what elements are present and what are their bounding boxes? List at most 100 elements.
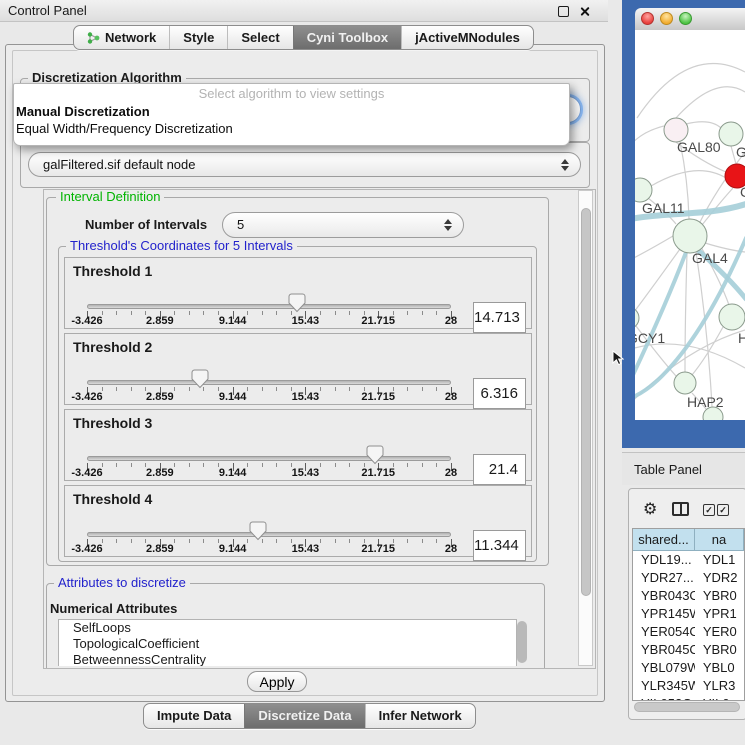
table-cell: YDR2	[695, 569, 744, 587]
network-node-label: H	[738, 330, 745, 346]
tab-infer-network[interactable]: Infer Network	[365, 704, 475, 728]
table-data-selected-value: galFiltered.sif default node	[43, 157, 195, 172]
table-cell: YBL079W	[633, 659, 695, 677]
table-row[interactable]: YBR043CYBR0	[633, 587, 744, 605]
network-node-label: GCY1	[635, 330, 665, 346]
control-panel-titlebar[interactable]: Control Panel	[0, 0, 608, 22]
interval-definition-title: Interval Definition	[56, 190, 164, 204]
network-node-label: HAP2	[687, 394, 724, 410]
table-row[interactable]: YBL079WYBL0	[633, 659, 744, 677]
threshold-slider-track[interactable]	[87, 304, 451, 309]
float-window-icon[interactable]	[558, 6, 569, 17]
threshold-slider-track[interactable]	[87, 380, 451, 385]
table-row[interactable]: YIL052CYIL0	[633, 695, 744, 701]
minimize-window-icon[interactable]	[660, 12, 673, 25]
numerical-attributes-label: Numerical Attributes	[50, 601, 177, 616]
tab-label: Select	[241, 27, 279, 49]
checkbox-icon[interactable]: ✓	[703, 504, 715, 516]
table-cell: YPR145W	[633, 605, 695, 623]
tab-network[interactable]: Network	[74, 26, 169, 49]
combobox-arrows-icon	[444, 218, 452, 232]
network-edge	[651, 171, 726, 186]
table-horizontal-scrollbar[interactable]	[634, 702, 740, 712]
algorithm-dropdown-popup: Select algorithm to view settings Manual…	[13, 83, 570, 146]
node-attribute-table[interactable]: shared...na YDL19...YDL1YDR27...YDR2YBR0…	[632, 528, 745, 701]
network-edge	[686, 122, 721, 128]
network-node-gal4[interactable]	[673, 219, 707, 253]
threshold-value-field[interactable]: 6.316	[473, 378, 526, 409]
settings-vertical-scrollbar[interactable]	[578, 190, 593, 666]
table-row[interactable]: YLR345WYLR3	[633, 677, 744, 695]
table-cell: YBR043C	[633, 587, 695, 605]
tab-discretize-data[interactable]: Discretize Data	[244, 704, 364, 728]
dropdown-option-manual-discretization[interactable]: Manual Discretization	[14, 103, 569, 120]
table-cell: YPR1	[695, 605, 744, 623]
network-edge-bundle	[635, 247, 688, 394]
attribute-item-betweennesscentrality[interactable]: BetweennessCentrality	[59, 652, 516, 666]
dropdown-option-equal-width-frequency-discretization[interactable]: Equal Width/Frequency Discretization	[14, 120, 569, 137]
table-row[interactable]: YER054CYER0	[633, 623, 744, 641]
gear-icon[interactable]: ⚙	[643, 499, 657, 519]
table-panel-titlebar[interactable]: Table Panel	[622, 452, 745, 485]
tab-style[interactable]: Style	[169, 26, 227, 49]
table-cell: YBR0	[695, 641, 744, 659]
column-view-icon[interactable]	[672, 502, 689, 516]
table-cell: YDR27...	[633, 569, 695, 587]
attribute-item-selfloops[interactable]: SelfLoops	[59, 620, 516, 636]
mouse-cursor	[612, 350, 624, 366]
table-cell: YLR3	[695, 677, 744, 695]
close-panel-icon[interactable]	[579, 6, 590, 17]
network-view-canvas[interactable]: GAL80GCGAL11GAL4GCY1HHAP2	[635, 30, 745, 420]
attribute-item-topologicalcoefficient[interactable]: TopologicalCoefficient	[59, 636, 516, 652]
tab-select[interactable]: Select	[227, 26, 292, 49]
threshold-slider-track[interactable]	[87, 532, 451, 537]
network-edge	[635, 236, 673, 264]
table-row[interactable]: YPR145WYPR1	[633, 605, 744, 623]
network-edge	[635, 126, 664, 148]
number-of-intervals-combobox[interactable]: 5	[222, 212, 464, 238]
slider-thumb[interactable]	[249, 521, 267, 541]
control-panel-title: Control Panel	[8, 3, 87, 18]
slider-tick-labels: -3.4262.8599.14415.4321.71528	[87, 315, 451, 327]
table-row[interactable]: YDL19...YDL1	[633, 551, 744, 569]
apply-button[interactable]: Apply	[247, 671, 307, 692]
table-column-header[interactable]: shared...	[633, 529, 695, 551]
table-cell: YBR045C	[633, 641, 695, 659]
network-node-label: G	[736, 144, 745, 160]
checkbox-icon[interactable]: ✓	[717, 504, 729, 516]
close-window-icon[interactable]	[641, 12, 654, 25]
network-edge	[637, 64, 745, 118]
slider-thumb[interactable]	[288, 293, 306, 313]
threshold-label: Threshold 1	[73, 263, 152, 279]
tab-label: Style	[183, 27, 214, 49]
tab-cyni-toolbox[interactable]: Cyni Toolbox	[293, 26, 401, 49]
threshold-value-field[interactable]: 11.344	[473, 530, 526, 561]
network-node-label: GAL11	[642, 200, 685, 216]
table-row[interactable]: YDR27...YDR2	[633, 569, 744, 587]
slider-tick-labels: -3.4262.8599.14415.4321.71528	[87, 391, 451, 403]
table-panel-title: Table Panel	[634, 462, 702, 477]
tab-label: Network	[105, 27, 156, 49]
scrollbar-thumb[interactable]	[581, 208, 591, 596]
threshold-value-field[interactable]: 21.4	[473, 454, 526, 485]
threshold-slider-track[interactable]	[87, 456, 451, 461]
table-column-header[interactable]: na	[695, 529, 744, 551]
network-node-hap2[interactable]	[674, 372, 696, 394]
table-row[interactable]: YBR045CYBR0	[633, 641, 744, 659]
table-cell: YIL052C	[633, 695, 695, 701]
thresholds-group-title: Threshold's Coordinates for 5 Intervals	[66, 239, 297, 253]
network-node-g[interactable]	[719, 122, 743, 146]
slider-thumb[interactable]	[366, 445, 384, 465]
threshold-value-field[interactable]: 14.713	[473, 302, 526, 333]
tab-jactivemnodules[interactable]: jActiveMNodules	[401, 26, 533, 49]
slider-thumb[interactable]	[191, 369, 209, 389]
tab-impute-data[interactable]: Impute Data	[144, 704, 244, 728]
network-node-h[interactable]	[719, 304, 745, 330]
table-data-combobox[interactable]: galFiltered.sif default node	[28, 152, 581, 177]
attribute-list-scrollbar[interactable]	[517, 621, 527, 663]
maximize-window-icon[interactable]	[679, 12, 692, 25]
number-of-intervals-label: Number of Intervals	[85, 217, 207, 232]
control-panel-tab-bar: Network Style Select Cyni ToolboxjActiveMNo…	[73, 25, 534, 50]
network-node-gcy1[interactable]	[635, 307, 639, 329]
numerical-attributes-list[interactable]: SelfLoopsTopologicalCoefficientBetweenne…	[58, 619, 517, 666]
